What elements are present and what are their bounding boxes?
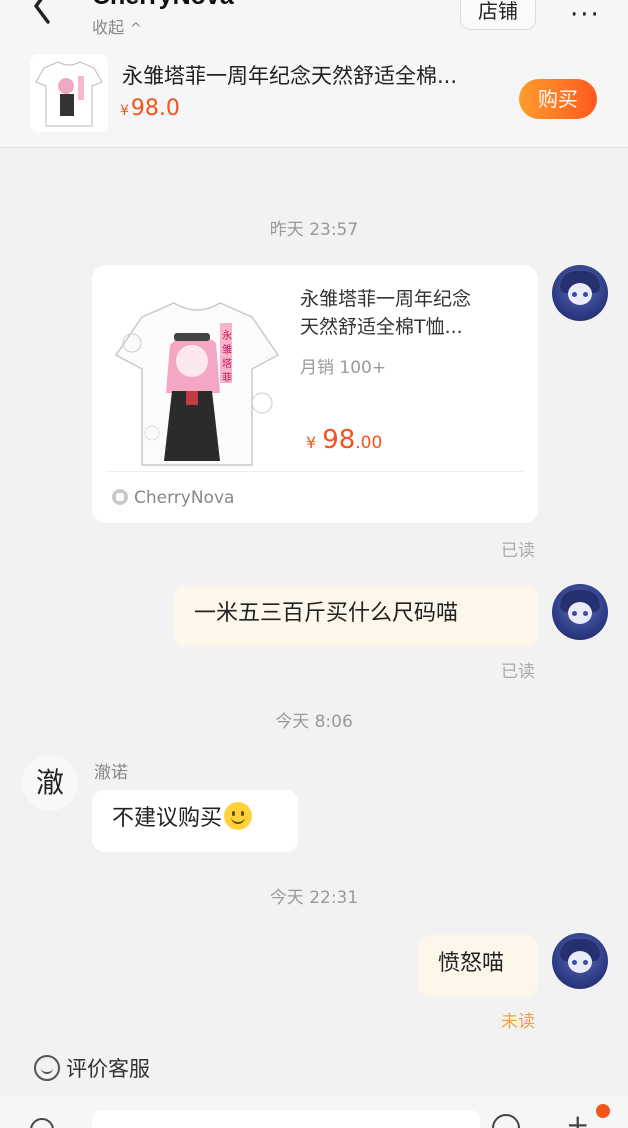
product-card[interactable]: 永 雏 塔 菲 永雏塔菲一周年纪念 天然舒适全棉T恤... 月销 100+ ¥9…: [92, 265, 538, 523]
user-avatar[interactable]: [552, 584, 608, 640]
svg-text:菲: 菲: [222, 372, 232, 384]
product-card-shop[interactable]: CherryNova: [112, 488, 234, 508]
chat-title: CherryNova: [92, 0, 234, 11]
product-card-title: 永雏塔菲一周年纪念 天然舒适全棉T恤...: [300, 288, 472, 338]
message-bubble-size-question[interactable]: 一米五三百斤买什么尺码喵: [174, 585, 538, 647]
timestamp: 今天 22:31: [269, 888, 359, 908]
buy-button[interactable]: 购买: [519, 79, 597, 119]
voice-icon[interactable]: [30, 1118, 54, 1128]
rate-service-chip[interactable]: 评价客服: [34, 1053, 150, 1083]
svg-text:雏: 雏: [222, 343, 232, 356]
back-icon[interactable]: [28, 0, 58, 26]
user-avatar[interactable]: [552, 933, 608, 989]
plus-icon[interactable]: +: [566, 1108, 589, 1128]
pinned-product-title: 永雏塔菲一周年纪念天然舒适全棉...: [122, 64, 458, 88]
message-input[interactable]: [92, 1110, 480, 1128]
divider: [106, 471, 524, 472]
product-card-price: ¥98.00: [306, 425, 383, 455]
top-bar: CherryNova 收起 ^ 店铺 ···: [0, 0, 628, 44]
product-thumbnail[interactable]: [30, 54, 108, 132]
smile-emoji-icon: [224, 802, 253, 830]
emoji-button-icon[interactable]: [492, 1114, 520, 1128]
read-status: 已读: [501, 662, 535, 682]
user-avatar[interactable]: [552, 265, 608, 321]
collapse-toggle[interactable]: 收起 ^: [92, 14, 142, 38]
notification-dot: [596, 1104, 610, 1118]
shop-icon: [112, 489, 128, 505]
collapse-label: 收起: [92, 18, 125, 37]
pinned-product-price: ¥98.0: [120, 96, 180, 121]
more-icon[interactable]: ···: [570, 0, 601, 30]
product-card-image: 永 雏 塔 菲: [114, 302, 280, 466]
svg-text:塔: 塔: [222, 357, 232, 370]
message-bubble-angry[interactable]: 愤怒喵: [418, 935, 538, 997]
message-bubble-staff-reply[interactable]: 不建议购买: [92, 790, 298, 852]
input-bar: +: [0, 1096, 628, 1128]
svg-text:永: 永: [222, 329, 232, 342]
unread-status: 未读: [501, 1012, 535, 1032]
timestamp: 昨天 23:57: [269, 220, 359, 240]
pinned-product-bar[interactable]: 永雏塔菲一周年纪念天然舒适全棉... ¥98.0 购买: [0, 44, 628, 148]
timestamp: 今天 8:06: [275, 712, 353, 732]
product-card-sales: 月销 100+: [300, 358, 387, 378]
staff-avatar[interactable]: 澈: [22, 755, 78, 811]
rate-smile-icon: [34, 1055, 60, 1081]
shop-button[interactable]: 店铺: [460, 0, 536, 30]
chevron-up-icon: ^: [130, 21, 142, 37]
read-status: 已读: [501, 541, 535, 561]
staff-name: 澈诺: [94, 763, 128, 783]
